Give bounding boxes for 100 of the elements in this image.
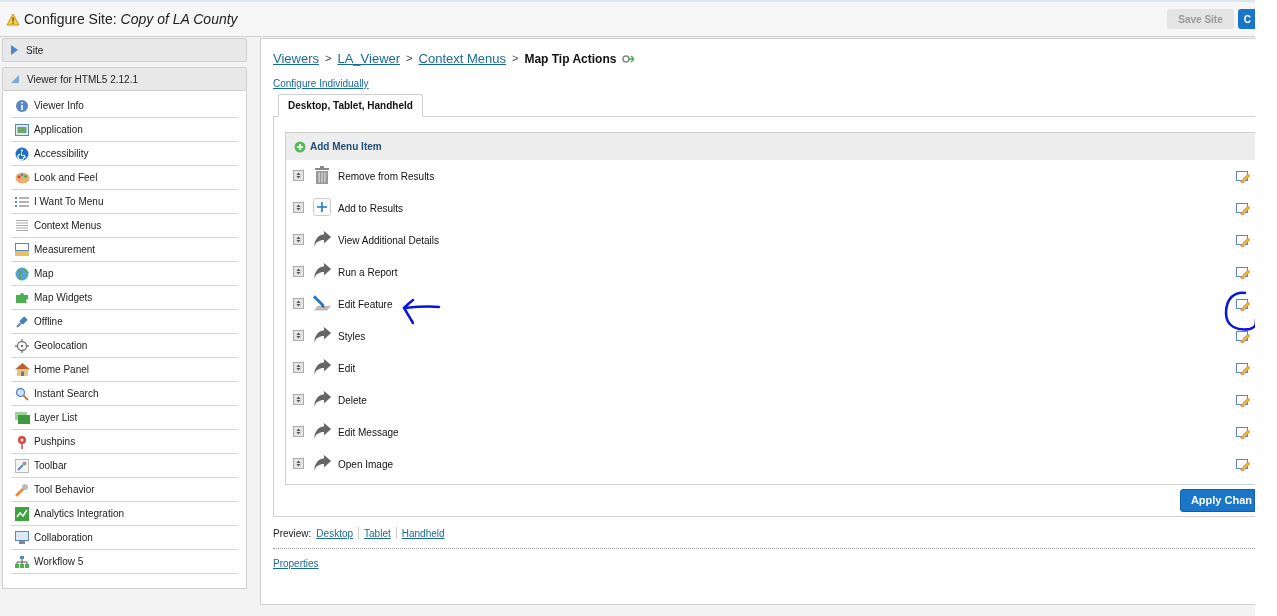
edit-icon[interactable]	[1236, 171, 1250, 183]
sidebar-item[interactable]: Home Panel	[33, 362, 90, 377]
share-arrow-icon	[313, 455, 331, 471]
breadcrumb-link[interactable]: Viewers	[273, 48, 319, 69]
sidebar-item[interactable]: Instant Search	[33, 386, 99, 401]
edit-icon[interactable]	[1236, 331, 1250, 343]
sidebar-item[interactable]: Application	[33, 122, 83, 137]
menu-item-label: Remove from Results	[338, 170, 436, 184]
reorder-handle-icon[interactable]	[293, 170, 304, 181]
edit-icon[interactable]	[1236, 299, 1250, 311]
sidebar-item[interactable]: Workflow 5	[33, 554, 84, 569]
sidebar-item[interactable]: Measurement	[33, 242, 96, 257]
breadcrumb-link[interactable]: LA_Viewer	[337, 48, 401, 69]
breadcrumb-separator: >	[511, 51, 519, 67]
header-button[interactable]: C	[1237, 9, 1255, 29]
edit-icon[interactable]	[1236, 459, 1250, 471]
layers-icon	[14, 411, 30, 424]
menu-item-label: Add to Results	[338, 202, 405, 216]
edit-icon[interactable]	[1236, 395, 1250, 407]
list-icon	[15, 195, 29, 208]
preview-label: Preview:	[273, 526, 312, 541]
menu-item-label: Edit Message	[338, 426, 400, 440]
properties-link[interactable]: Properties	[273, 556, 319, 570]
warning-icon	[6, 12, 20, 26]
section-header[interactable]: Site	[2, 38, 247, 62]
apply-changes-button[interactable]: Apply Chan	[1179, 489, 1255, 512]
edit-icon[interactable]	[1236, 235, 1250, 247]
edit-icon	[313, 295, 331, 311]
share-arrow-icon	[313, 263, 331, 279]
globe-icon	[15, 266, 29, 281]
reorder-handle-icon[interactable]	[293, 266, 304, 277]
pin-icon	[17, 434, 27, 449]
reorder-handle-icon[interactable]	[293, 234, 304, 245]
puzzle-icon	[15, 291, 29, 304]
sidebar-item[interactable]: Toolbar	[33, 458, 67, 473]
configure-link[interactable]: Configure Individually	[273, 76, 369, 90]
info-icon	[15, 98, 29, 113]
wheelchair-icon	[15, 146, 29, 161]
breadcrumb-separator: >	[325, 51, 332, 67]
hierarchy-icon	[15, 555, 29, 568]
house-icon	[14, 363, 30, 376]
edit-icon[interactable]	[1236, 203, 1250, 215]
reorder-handle-icon[interactable]	[293, 394, 304, 405]
sidebar-item[interactable]: Look and Feel	[33, 170, 98, 185]
sidebar-item[interactable]: Pushpins	[33, 434, 76, 449]
reorder-handle-icon[interactable]	[293, 202, 304, 213]
sidebar-item[interactable]: Layer List	[33, 410, 78, 425]
reorder-handle-icon[interactable]	[293, 426, 304, 437]
window-icon	[15, 123, 29, 136]
sidebar-item[interactable]: Map Widgets	[33, 290, 93, 305]
tab[interactable]: Desktop, Tablet, Handheld	[278, 94, 423, 117]
share-arrow-icon	[313, 423, 331, 439]
reorder-handle-icon[interactable]	[293, 298, 304, 309]
menu-item-label: Open Image	[338, 458, 395, 472]
expanded-triangle-icon	[11, 75, 19, 83]
menu-item-label: Delete	[338, 394, 368, 408]
menu-item-label: Run a Report	[338, 266, 399, 280]
share-arrow-icon	[313, 327, 331, 343]
add-icon	[294, 140, 306, 153]
edit-icon[interactable]	[1236, 267, 1250, 279]
edit-icon[interactable]	[1236, 427, 1250, 439]
search-icon	[15, 386, 29, 401]
sidebar-item[interactable]: Tool Behavior	[33, 482, 95, 497]
monitor-icon	[15, 531, 29, 544]
crosshair-icon	[15, 338, 29, 353]
collapsed-triangle-icon	[11, 45, 18, 55]
lines-icon	[16, 220, 28, 231]
sidebar-item[interactable]: Map	[33, 266, 54, 281]
breadcrumb-separator: >	[406, 51, 413, 67]
edit-icon[interactable]	[1236, 363, 1250, 375]
reorder-handle-icon[interactable]	[293, 458, 304, 469]
chart-icon	[15, 506, 29, 521]
sidebar-item[interactable]: Offline	[33, 314, 63, 329]
breadcrumb-current: Map Tip Actions	[524, 50, 617, 68]
preview-link[interactable]: Handheld	[401, 525, 445, 541]
sidebar-item[interactable]: I Want To Menu	[33, 194, 104, 209]
annotation-arrow	[401, 298, 441, 326]
sidebar-item[interactable]: Context Menus	[33, 218, 102, 233]
breadcrumb-link[interactable]: Context Menus	[418, 48, 506, 69]
link-icon	[622, 53, 635, 64]
sidebar-item[interactable]: Analytics Integration	[33, 506, 125, 521]
menu-item-label: View Additional Details	[338, 234, 440, 248]
section-header[interactable]: Viewer for HTML5 2.12.1	[2, 67, 247, 91]
menu-item-label: Styles	[338, 330, 367, 344]
share-arrow-icon	[313, 391, 331, 407]
preview-link[interactable]: Tablet	[364, 525, 391, 541]
sidebar-item[interactable]: Geolocation	[33, 338, 88, 353]
page-title: Configure Site:	[24, 9, 117, 29]
sidebar-item[interactable]: Viewer Info	[33, 98, 84, 113]
palette-icon	[14, 171, 30, 184]
share-arrow-icon	[313, 231, 331, 247]
site-name: Copy of LA County	[120, 9, 238, 29]
sidebar-item[interactable]: Accessibility	[33, 146, 89, 161]
reorder-handle-icon[interactable]	[293, 330, 304, 341]
add-menu-item-button[interactable]: Add Menu Item	[294, 139, 382, 154]
sidebar-item[interactable]: Collaboration	[33, 530, 93, 545]
menu-item-label: Edit	[338, 362, 357, 376]
trash-icon	[315, 166, 329, 184]
reorder-handle-icon[interactable]	[293, 362, 304, 373]
preview-link[interactable]: Desktop	[316, 525, 354, 541]
